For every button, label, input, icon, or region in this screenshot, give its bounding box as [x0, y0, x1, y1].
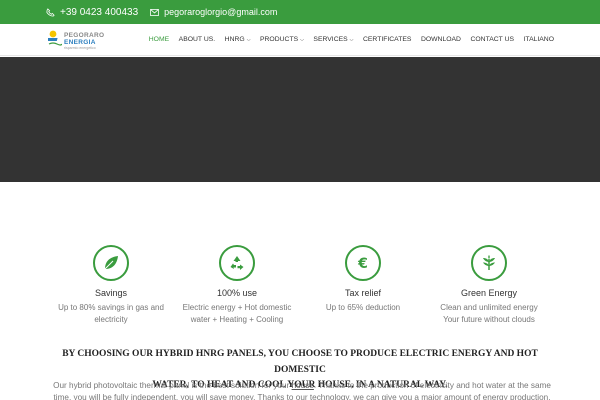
feature-description: Clean and unlimited energy Your future w…: [440, 303, 538, 324]
feature-description: Up to 80% savings in gas and electricity: [58, 303, 164, 324]
nav-item-certificates[interactable]: CERTIFICATES: [363, 36, 411, 43]
nav-item-services[interactable]: SERVICES ⌵: [313, 36, 353, 43]
phone-contact[interactable]: +39 0423 400433: [46, 7, 138, 18]
phone-number: +39 0423 400433: [60, 6, 139, 18]
leaf-icon: [93, 245, 129, 281]
euro-icon: €: [345, 245, 381, 281]
feature-title: Green Energy: [460, 288, 518, 298]
logo-tagline: risparmio energetico: [64, 46, 96, 50]
nav-item-home[interactable]: HOME: [149, 36, 169, 43]
email-contact[interactable]: pegoraroglorgio@gmail.com: [150, 7, 277, 17]
chevron-down-icon: ⌵: [349, 36, 354, 43]
logo-line1: PEGORARO: [64, 32, 105, 39]
features-row: Savings Up to 80% savings in gas and ele…: [0, 245, 600, 330]
feature-savings: Savings Up to 80% savings in gas and ele…: [46, 245, 176, 326]
chevron-down-icon: ⌵: [246, 36, 251, 43]
feature-100-use: 100% use Electric energy + Hot domestic …: [172, 245, 302, 326]
plant-icon: [471, 245, 507, 281]
recycle-icon: [219, 245, 255, 281]
svg-text:€: €: [357, 256, 368, 272]
site-header: PEGORARO ENERGIA risparmio energetico HO…: [0, 24, 600, 56]
nav-item-contact[interactable]: CONTACT US: [470, 36, 514, 43]
feature-title: 100% use: [216, 288, 258, 298]
house-link[interactable]: house: [292, 381, 314, 390]
feature-green-energy: Green Energy Clean and unlimited energy …: [424, 245, 554, 326]
intro-paragraph: Our hybrid photovoltaic thermal panel is…: [53, 381, 551, 400]
feature-description: Up to 65% deduction: [325, 303, 401, 312]
feature-tax-relief: € Tax relief Up to 65% deduction: [298, 245, 428, 314]
top-bar: +39 0423 400433 pegoraroglorgio@gmail.co…: [0, 0, 600, 24]
nav-item-hnrg[interactable]: HNRG ⌵: [225, 36, 251, 43]
feature-title: Savings: [94, 288, 128, 298]
feature-description: Electric energy + Hot domestic water + H…: [182, 303, 292, 324]
main-nav: HOME ABOUT US. HNRG ⌵ PRODUCTS ⌵ SERVICES ⌵…: [149, 24, 554, 55]
envelope-icon: [150, 8, 159, 16]
feature-title: Tax relief: [344, 288, 381, 298]
phone-icon: [46, 7, 55, 17]
sun-logo-icon: [46, 29, 63, 54]
chevron-down-icon: ⌵: [300, 36, 304, 43]
nav-item-download[interactable]: DOWNLOAD: [421, 36, 461, 43]
hero-banner: [0, 57, 600, 182]
nav-item-about[interactable]: ABOUT US.: [179, 36, 216, 43]
nav-item-language[interactable]: ITALIANO: [524, 36, 554, 43]
logo[interactable]: PEGORARO ENERGIA risparmio energetico: [46, 29, 105, 54]
logo-line2: ENERGIA: [64, 39, 96, 46]
nav-item-products[interactable]: PRODUCTS ⌵: [260, 36, 304, 43]
email-address: pegoraroglorgio@gmail.com: [164, 7, 278, 17]
